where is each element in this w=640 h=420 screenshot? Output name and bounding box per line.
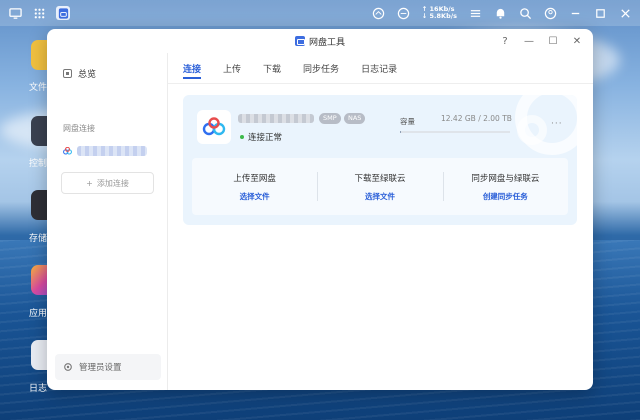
sidebar: 总览 网盘连接 + 添加连接 管理员设置: [47, 53, 168, 390]
sidebar-section-title: 网盘连接: [63, 124, 95, 133]
action-title: 下载至绿联云: [354, 173, 406, 184]
select-file-download-link[interactable]: 选择文件: [365, 191, 395, 202]
tab-divider: [168, 83, 593, 84]
action-upload: 上传至网盘 选择文件: [192, 158, 317, 215]
action-title: 同步网盘与绿联云: [471, 173, 540, 184]
main-content: 连接 上传 下载 同步任务 日志记录 SMP NAS 连接正常 容量 12.42…: [168, 53, 593, 390]
sidebar-item-overview[interactable]: 总览: [63, 67, 96, 80]
desktop-label-control: 控制: [29, 159, 48, 169]
network-speed: ↑ 16Kb/s ↓ 5.8Kb/s: [422, 6, 457, 20]
search-icon[interactable]: [518, 6, 532, 20]
gear-icon: [64, 363, 72, 371]
plus-icon: +: [86, 178, 93, 188]
tab-logs[interactable]: 日志记录: [361, 53, 397, 83]
window-title: 网盘工具: [308, 37, 345, 48]
help-button[interactable]: ?: [499, 36, 511, 47]
admin-settings-button[interactable]: 管理员设置: [55, 354, 161, 380]
tab-upload[interactable]: 上传: [223, 53, 241, 83]
minimize-button[interactable]: —: [523, 36, 535, 47]
desktop-minimize-icon[interactable]: [568, 6, 582, 20]
ram-gauge-icon[interactable]: [397, 6, 411, 20]
desktop-label-logs: 日志: [29, 384, 48, 394]
more-options-button[interactable]: ···: [551, 119, 563, 129]
card-decoration: [517, 115, 547, 145]
create-sync-task-link[interactable]: 创建同步任务: [483, 191, 528, 202]
notification-bell-icon[interactable]: [493, 6, 507, 20]
sidebar-item-connection[interactable]: [63, 146, 147, 156]
add-connection-button[interactable]: + 添加连接: [61, 172, 154, 194]
connection-card: SMP NAS 连接正常 容量 12.42 GB / 2.00 TB ··· 上…: [183, 95, 577, 225]
capacity-label: 容量: [400, 117, 415, 126]
download-speed: ↓ 5.8Kb/s: [421, 12, 457, 20]
desktop-label-storage: 存储: [29, 234, 48, 244]
cloud-drive-app-icon: [294, 36, 305, 46]
desktop-maximize-icon[interactable]: [593, 6, 607, 20]
tab-download[interactable]: 下载: [263, 53, 281, 83]
account-name-redacted: [238, 114, 314, 123]
overview-icon: [63, 69, 72, 78]
tab-bar: 连接 上传 下载 同步任务 日志记录: [183, 53, 397, 83]
capacity-value: 12.42 GB / 2.00 TB: [441, 114, 512, 123]
close-button[interactable]: ✕: [571, 36, 583, 47]
maximize-button[interactable]: ☐: [547, 36, 559, 47]
tab-sync-tasks[interactable]: 同步任务: [303, 53, 339, 83]
status-dot: [240, 135, 244, 139]
admin-settings-label: 管理员设置: [79, 363, 122, 373]
desktop-label-apps: 应用: [29, 309, 48, 319]
system-taskbar: ↑ 16Kb/s ↓ 5.8Kb/s: [0, 0, 640, 26]
sidebar-item-label: 总览: [78, 70, 97, 80]
desktop-label-files: 文件: [29, 83, 48, 93]
tab-connections[interactable]: 连接: [183, 53, 202, 83]
app-grid-icon[interactable]: [32, 6, 46, 20]
desktop-close-icon[interactable]: [618, 6, 632, 20]
monitor-icon[interactable]: [8, 6, 22, 20]
user-icon[interactable]: [543, 6, 557, 20]
task-list-icon[interactable]: [468, 6, 482, 20]
window-titlebar[interactable]: 网盘工具 ? — ☐ ✕: [47, 29, 593, 53]
action-title: 上传至网盘: [233, 173, 276, 184]
cloud-drive-tool-window: 网盘工具 ? — ☐ ✕ 总览 网盘连接 + 添加连接 管理员设置 连接 上传 …: [47, 29, 593, 390]
cpu-gauge-icon[interactable]: [372, 6, 386, 20]
add-connection-label: 添加连接: [96, 178, 129, 188]
capacity-bar: [400, 131, 510, 133]
capacity-bar-fill: [400, 131, 402, 133]
action-download: 下载至绿联云 选择文件: [317, 158, 442, 215]
baidu-netdisk-icon: [63, 147, 72, 155]
quick-actions: 上传至网盘 选择文件 下载至绿联云 选择文件 同步网盘与绿联云 创建同步任务: [192, 158, 568, 215]
status-text: 连接正常: [248, 133, 283, 143]
type-badge: NAS: [344, 113, 366, 124]
cloud-drive-taskbar-icon[interactable]: [56, 6, 70, 20]
protocol-badge: SMP: [319, 113, 341, 124]
baidu-netdisk-icon: [202, 117, 226, 136]
select-file-upload-link[interactable]: 选择文件: [240, 191, 270, 202]
baidu-netdisk-logo: [197, 110, 231, 144]
connection-status: 连接正常: [240, 131, 282, 143]
action-sync: 同步网盘与绿联云 创建同步任务: [442, 158, 568, 215]
connection-name-redacted: [77, 146, 147, 156]
